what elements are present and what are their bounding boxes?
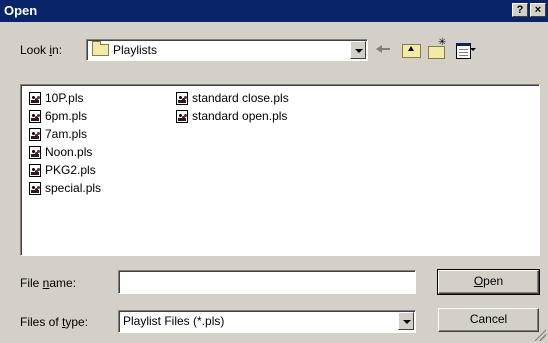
playlist-file-icon	[176, 110, 188, 123]
help-button[interactable]: ?	[512, 3, 528, 17]
playlist-file-icon	[29, 128, 41, 141]
files-of-type-dropdown[interactable]: Playlist Files (*.pls)	[118, 310, 416, 333]
up-folder-icon[interactable]	[400, 39, 422, 59]
look-in-label: Look in:	[20, 43, 63, 57]
look-in-dropdown-arrow-icon[interactable]	[350, 41, 366, 59]
cancel-button[interactable]: Cancel	[438, 308, 539, 332]
files-of-type-arrow-icon[interactable]	[398, 312, 414, 330]
playlist-file-icon	[29, 182, 41, 195]
window-title: Open	[4, 3, 38, 18]
file-list[interactable]: 10P.pls 6pm.pls 7am.pls Noon.pls PKG2.pl…	[20, 84, 540, 256]
playlist-file-icon	[29, 146, 41, 159]
title-bar[interactable]: Open ? ×	[0, 0, 548, 22]
views-menu-icon[interactable]	[454, 39, 476, 59]
close-button[interactable]: ×	[530, 3, 546, 17]
folder-icon	[92, 41, 109, 56]
files-of-type-value: Playlist Files (*.pls)	[123, 314, 225, 328]
new-folder-icon[interactable]	[426, 37, 448, 59]
files-of-type-label: Files of type:	[20, 315, 89, 329]
playlist-file-icon	[176, 92, 188, 105]
file-name-label: File name:	[20, 276, 77, 290]
playlist-file-icon	[29, 110, 41, 123]
open-button[interactable]: Open	[437, 269, 540, 295]
back-icon[interactable]	[374, 39, 396, 59]
look-in-dropdown[interactable]: Playlists	[86, 39, 368, 61]
open-dialog: Open ? × Look in: Playlists 10P.pls 6pm.…	[0, 0, 548, 343]
resize-grip-icon[interactable]	[534, 329, 546, 341]
playlist-file-icon	[29, 164, 41, 177]
look-in-value: Playlists	[113, 43, 158, 57]
playlist-file-icon	[29, 92, 41, 105]
file-name-input[interactable]	[118, 270, 416, 294]
